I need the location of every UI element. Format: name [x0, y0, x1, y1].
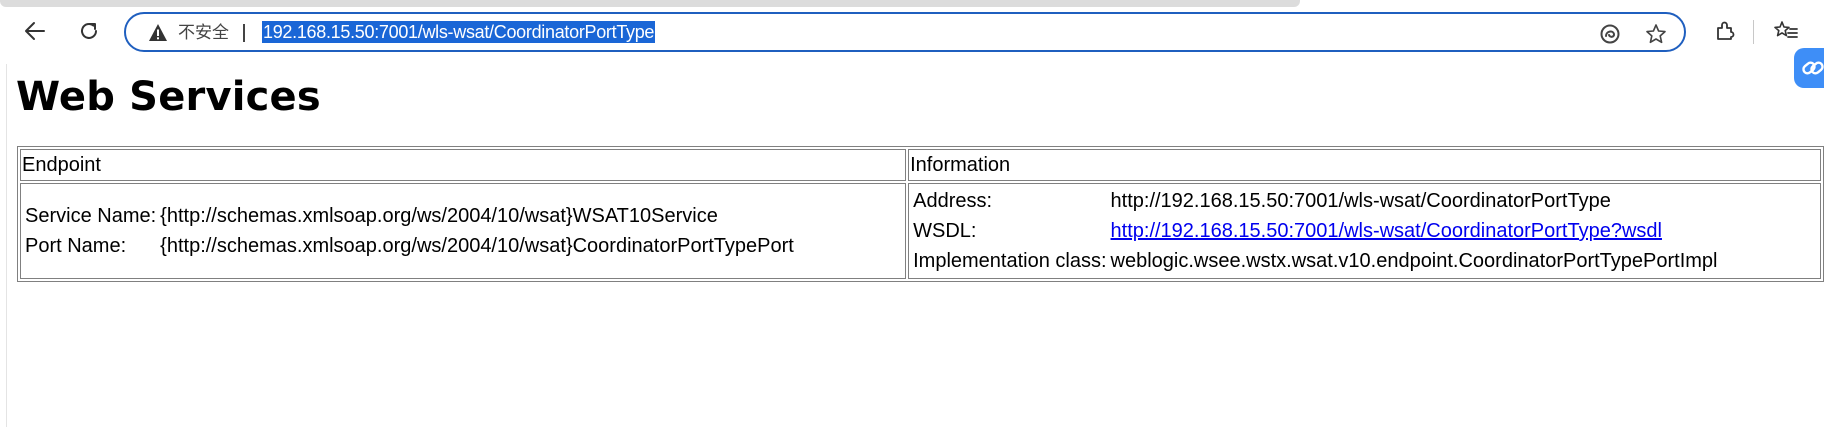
immersive-reader-icon[interactable] [1598, 22, 1622, 46]
web-services-table: Endpoint Information Service Name: {http… [17, 146, 1824, 282]
address-row: Address: http://192.168.15.50:7001/wls-w… [912, 187, 1718, 215]
toolbar-divider [1753, 20, 1754, 44]
browser-toolbar: 不安全 192.168.15.50:7001/wls-wsat/Coordina… [0, 0, 1824, 88]
port-name-label: Port Name: [25, 235, 127, 257]
wsdl-row: WSDL: http://192.168.15.50:7001/wls-wsat… [912, 217, 1718, 245]
wsdl-link[interactable]: http://192.168.15.50:7001/wls-wsat/Coord… [1111, 220, 1662, 242]
port-name-row: Port Name: {http://schemas.xmlsoap.org/w… [24, 232, 795, 260]
implementation-class-value: weblogic.wsee.wstx.wsat.v10.endpoint.Coo… [1110, 250, 1718, 272]
service-name-value: {http://schemas.xmlsoap.org/ws/2004/10/w… [160, 205, 718, 227]
address-label: Address: [913, 190, 993, 212]
favorites-icon[interactable] [1769, 14, 1803, 48]
service-name-label: Service Name: [25, 205, 157, 227]
page-content: Web Services Endpoint Information Servic… [6, 64, 1824, 427]
service-name-row: Service Name: {http://schemas.xmlsoap.or… [24, 202, 795, 230]
address-value: http://192.168.15.50:7001/wls-wsat/Coord… [1110, 190, 1611, 212]
wsdl-label: WSDL: [913, 220, 977, 242]
port-name-value: {http://schemas.xmlsoap.org/ws/2004/10/w… [160, 235, 794, 257]
table-row: Service Name: {http://schemas.xmlsoap.or… [20, 183, 1821, 279]
back-arrow-icon[interactable] [18, 14, 52, 48]
implementation-class-label: Implementation class: [913, 250, 1107, 272]
star-icon[interactable] [1644, 22, 1668, 46]
implementation-class-row: Implementation class: weblogic.wsee.wstx… [912, 247, 1718, 275]
information-cell: Address: http://192.168.15.50:7001/wls-w… [908, 183, 1821, 279]
endpoint-header: Endpoint [20, 149, 907, 181]
information-details: Address: http://192.168.15.50:7001/wls-w… [910, 185, 1720, 277]
warning-icon[interactable] [148, 23, 168, 43]
page-title: Web Services [16, 74, 321, 120]
address-bar-divider [243, 24, 245, 42]
extensions-icon[interactable] [1708, 14, 1742, 48]
security-status-label[interactable]: 不安全 [178, 23, 229, 43]
url-text[interactable]: 192.168.15.50:7001/wls-wsat/CoordinatorP… [262, 21, 656, 43]
wsdl-value-cell: http://192.168.15.50:7001/wls-wsat/Coord… [1110, 217, 1719, 245]
table-header-row: Endpoint Information [20, 149, 1821, 181]
information-header: Information [908, 149, 1821, 181]
address-bar[interactable]: 不安全 192.168.15.50:7001/wls-wsat/Coordina… [124, 12, 1686, 52]
endpoint-cell: Service Name: {http://schemas.xmlsoap.or… [20, 183, 907, 279]
tab-strip [0, 0, 1300, 7]
reload-icon[interactable] [72, 14, 106, 48]
endpoint-details: Service Name: {http://schemas.xmlsoap.or… [22, 200, 797, 262]
